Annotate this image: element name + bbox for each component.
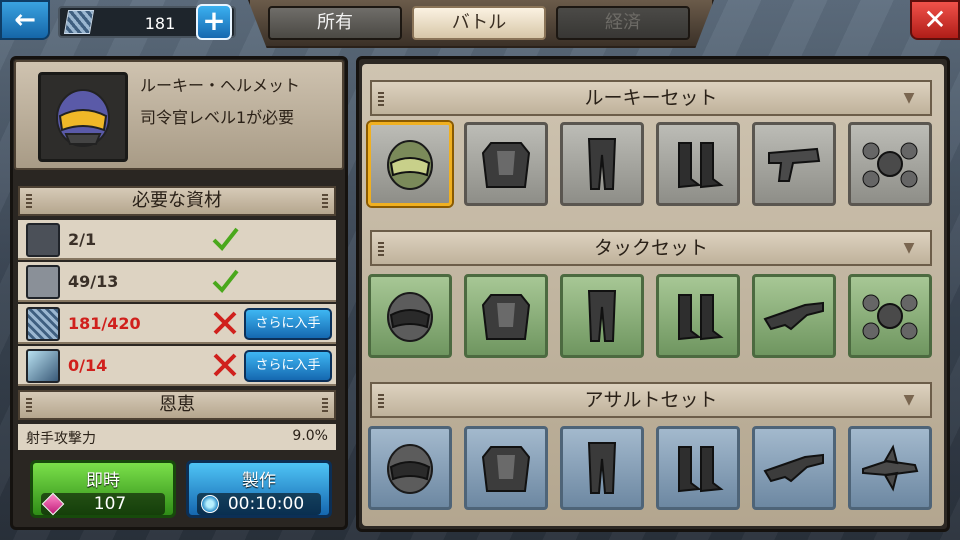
set-heading-rookie[interactable]: ルーキーセット ▼ (370, 80, 932, 116)
equipment-slot-pants[interactable] (560, 426, 644, 510)
body-armor-icon (481, 142, 531, 188)
equipment-slot-drone[interactable] (848, 274, 932, 358)
mesh-plate-icon (26, 307, 60, 341)
instant-cost: 107 (41, 492, 165, 516)
cross-icon (213, 353, 237, 377)
equipment-slot-boots[interactable] (656, 274, 740, 358)
chevron-down-icon[interactable]: ▼ (898, 238, 920, 258)
equipment-slot-rifle[interactable] (752, 274, 836, 358)
equipment-slot-pants[interactable] (560, 122, 644, 206)
material-row: 49/13 (18, 262, 336, 302)
equipment-slot-body-armor[interactable] (464, 274, 548, 358)
materials-heading: 必要な資材 (18, 186, 336, 216)
chevron-down-icon[interactable]: ▼ (898, 88, 920, 108)
craft-time: 00:10:00 (197, 493, 321, 515)
equipment-slot-rifle[interactable] (752, 426, 836, 510)
material-row: 0/14 さらに入手 (18, 346, 336, 386)
item-thumbnail (38, 72, 128, 162)
set-heading-assault[interactable]: アサルトセット ▼ (370, 382, 932, 418)
tab-battle[interactable]: バトル (412, 6, 546, 40)
equipment-slot-body-armor[interactable] (464, 426, 548, 510)
equipment-slot-pants[interactable] (560, 274, 644, 358)
jet-icon (862, 444, 919, 492)
boots-icon (678, 142, 724, 189)
equipment-slot-drone[interactable] (848, 122, 932, 206)
rifle-icon (763, 301, 824, 331)
add-resource-button[interactable]: + (196, 4, 232, 40)
helmet-icon (387, 140, 433, 190)
rifle-icon (763, 453, 824, 483)
equipment-slot-boots[interactable] (656, 122, 740, 206)
pants-icon (587, 290, 617, 342)
material-row: 2/1 (18, 220, 336, 260)
craft-time-value: 00:10:00 (227, 494, 305, 514)
equipment-slot-boots[interactable] (656, 426, 740, 510)
cross-icon (213, 311, 237, 335)
gem-icon (41, 492, 65, 516)
set-title: タックセット (593, 237, 708, 259)
equipment-slot-helmet[interactable] (368, 426, 452, 510)
mesh-plate-icon (63, 10, 95, 34)
set-title: ルーキーセット (584, 87, 718, 109)
benefits-heading: 恩恵 (18, 390, 336, 420)
instant-button[interactable]: 即時 107 (30, 460, 176, 518)
pants-icon (587, 442, 617, 494)
material-row: 181/420 さらに入手 (18, 304, 336, 344)
craft-button[interactable]: 製作 00:10:00 (186, 460, 332, 518)
helmet-material-icon (26, 223, 60, 257)
benefit-label: 射手攻撃力 (26, 431, 96, 447)
close-icon: ✕ (923, 3, 947, 36)
body-armor-icon (481, 294, 531, 340)
set-heading-tac[interactable]: タックセット ▼ (370, 230, 932, 266)
equipment-slot-body-armor[interactable] (464, 122, 548, 206)
equipment-slot-helmet[interactable] (368, 122, 452, 206)
pistol-icon (768, 147, 821, 182)
body-armor-icon (481, 446, 531, 492)
tab-owned[interactable]: 所有 (268, 6, 402, 40)
helmet-icon (56, 89, 110, 147)
item-name: ルーキー・ヘルメット (140, 76, 301, 95)
craft-label: 製作 (242, 471, 276, 491)
armor-plate-icon (26, 265, 60, 299)
capsule-icon (26, 349, 60, 383)
benefit-row: 射手攻撃力 9.0% (18, 424, 336, 450)
chevron-down-icon[interactable]: ▼ (898, 390, 920, 410)
equipment-slot-jet[interactable] (848, 426, 932, 510)
checkmark-icon (212, 269, 239, 294)
checkmark-icon (212, 227, 239, 252)
arrow-left-icon: ← (14, 5, 36, 35)
boots-icon (678, 446, 724, 493)
get-more-button[interactable]: さらに入手 (244, 350, 332, 382)
back-button[interactable]: ← (0, 0, 50, 40)
item-requirement: 司令官レベル1が必要 (140, 108, 295, 127)
material-count: 2/1 (68, 230, 97, 249)
material-count: 49/13 (68, 272, 119, 291)
clock-icon (201, 495, 219, 513)
drone-icon (862, 294, 918, 340)
material-count: 181/420 (68, 314, 141, 333)
helmet-icon (387, 444, 433, 494)
tab-economy[interactable]: 経済 (556, 6, 690, 40)
material-count: 0/14 (68, 356, 108, 375)
get-more-button[interactable]: さらに入手 (244, 308, 332, 340)
instant-cost-value: 107 (93, 494, 127, 514)
equipment-slot-helmet[interactable] (368, 274, 452, 358)
boots-icon (678, 294, 724, 341)
close-button[interactable]: ✕ (910, 0, 960, 40)
instant-label: 即時 (86, 471, 120, 491)
pants-icon (587, 138, 617, 190)
drone-icon (862, 142, 918, 188)
set-title: アサルトセット (584, 389, 718, 411)
equipment-slot-pistol[interactable] (752, 122, 836, 206)
benefit-value: 9.0% (292, 428, 328, 444)
helmet-icon (387, 292, 433, 342)
